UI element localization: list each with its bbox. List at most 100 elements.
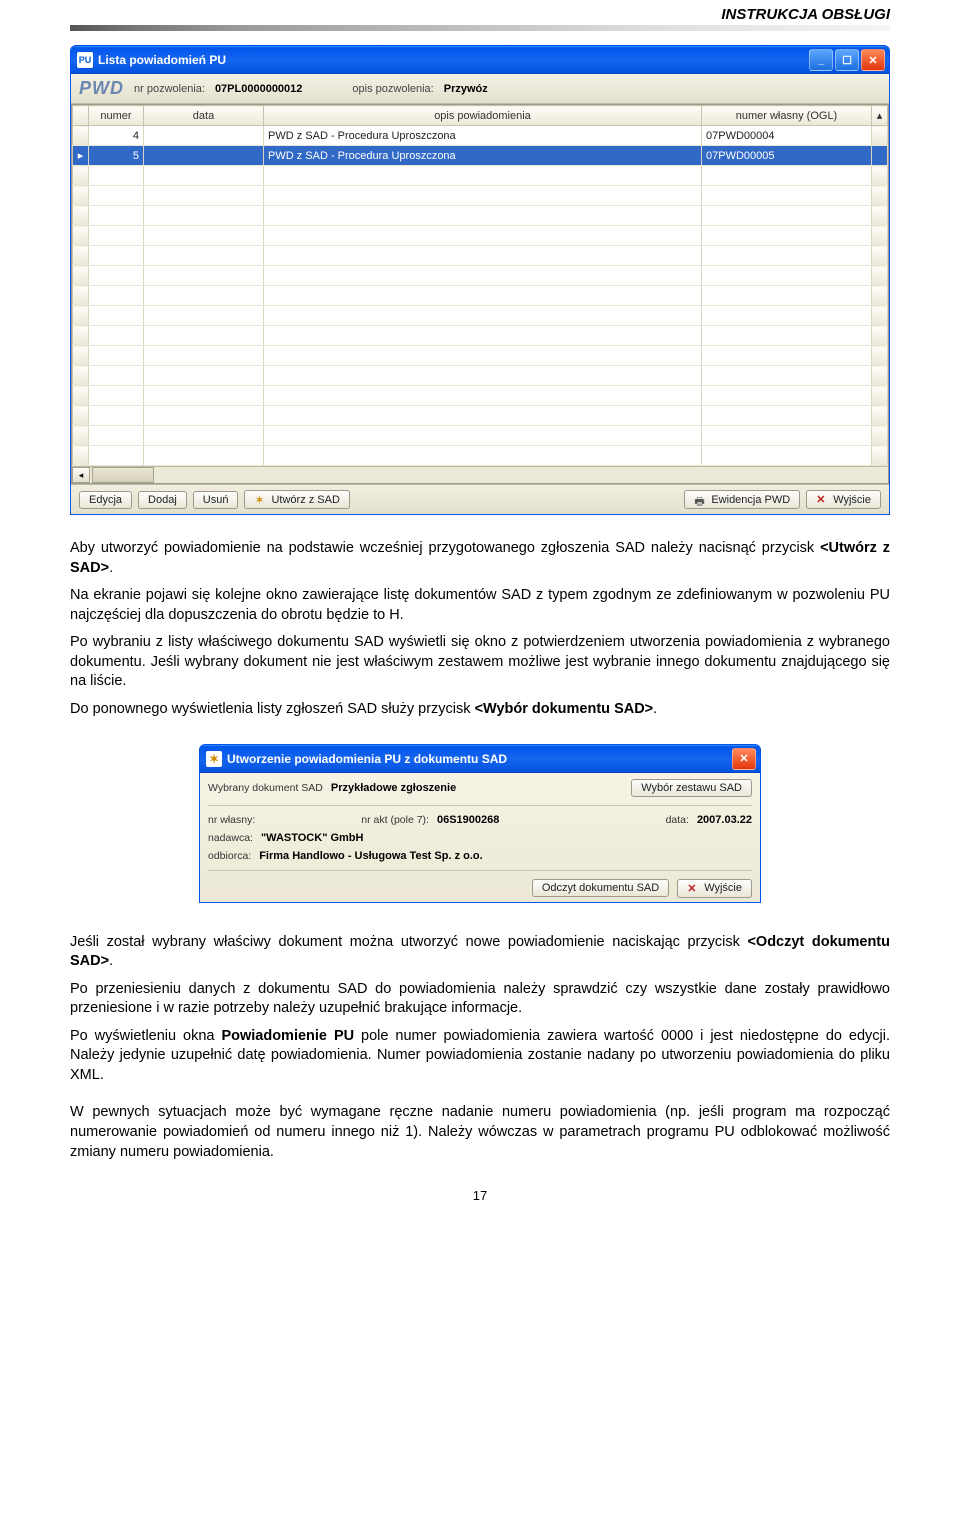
cell-data [144, 366, 264, 386]
cell-opis [264, 166, 702, 186]
cell-numer [89, 406, 144, 426]
edycja-button[interactable]: Edycja [79, 491, 132, 509]
cell-opis [264, 306, 702, 326]
nr-akt-value: 06S1900268 [437, 814, 499, 826]
separator [208, 870, 752, 871]
table-row[interactable] [73, 226, 888, 246]
table-row[interactable] [73, 186, 888, 206]
cell-numer [89, 346, 144, 366]
cell-opis [264, 286, 702, 306]
cell-wlasny [702, 326, 872, 346]
cell-numer [89, 326, 144, 346]
table-row[interactable] [73, 306, 888, 326]
table-row[interactable] [73, 206, 888, 226]
table-row[interactable] [73, 346, 888, 366]
cell-opis [264, 246, 702, 266]
scroll-gutter [872, 226, 888, 246]
cell-wlasny [702, 166, 872, 186]
row-indicator [73, 346, 89, 366]
cell-opis [264, 426, 702, 446]
minimize-button[interactable]: _ [809, 49, 833, 71]
ewidencja-pwd-button[interactable]: Ewidencja PWD [684, 490, 800, 509]
scroll-gutter [872, 286, 888, 306]
opis-label: opis pozwolenia: [352, 83, 433, 95]
info-bar: PWD nr pozwolenia: 07PL0000000012 opis p… [71, 74, 889, 104]
table-row[interactable] [73, 246, 888, 266]
body-text-block-1: Aby utworzyć powiadomienie na podstawie … [70, 539, 890, 720]
nr-wlasny-label: nr własny: [208, 814, 255, 826]
para1a: Aby utworzyć powiadomienie na podstawie … [70, 540, 820, 556]
row-indicator [73, 426, 89, 446]
body-text-block-2: Jeśli został wybrany właściwy dokument m… [70, 933, 890, 1163]
titlebar[interactable]: PU Lista powiadomień PU _ ☐ ✕ [71, 46, 889, 74]
table-row[interactable] [73, 326, 888, 346]
header-divider [70, 25, 890, 31]
row-indicator [73, 206, 89, 226]
usun-button[interactable]: Usuń [193, 491, 239, 509]
cell-wlasny [702, 346, 872, 366]
wybor-zestawu-sad-button[interactable]: Wybór zestawu SAD [631, 779, 752, 797]
table-row[interactable] [73, 406, 888, 426]
cell-numer: 5 [89, 146, 144, 166]
scroll-thumb[interactable] [92, 467, 154, 483]
table-row[interactable]: ▸5PWD z SAD - Procedura Uproszczona07PWD… [73, 146, 888, 166]
cell-numer [89, 306, 144, 326]
cell-numer [89, 286, 144, 306]
cell-numer [89, 446, 144, 466]
cell-wlasny: 07PWD00004 [702, 126, 872, 146]
cell-data [144, 306, 264, 326]
para7a: Po wyświetleniu okna [70, 1028, 221, 1044]
cell-data [144, 386, 264, 406]
cell-wlasny [702, 206, 872, 226]
col-scroll-placeholder: ▴ [872, 106, 888, 126]
titlebar[interactable]: Utworzenie powiadomienia PU z dokumentu … [200, 745, 760, 773]
cell-wlasny [702, 226, 872, 246]
page-number: 17 [70, 1188, 890, 1203]
cell-opis [264, 386, 702, 406]
wyjscie-button[interactable]: Wyjście [677, 879, 752, 898]
cell-wlasny [702, 306, 872, 326]
cell-opis [264, 226, 702, 246]
cell-data [144, 226, 264, 246]
cell-wlasny [702, 406, 872, 426]
para5a: Jeśli został wybrany właściwy dokument m… [70, 934, 747, 950]
col-numer[interactable]: numer [89, 106, 144, 126]
cell-numer [89, 366, 144, 386]
scroll-gutter [872, 326, 888, 346]
row-indicator-header [73, 106, 89, 126]
odczyt-dokumentu-sad-button[interactable]: Odczyt dokumentu SAD [532, 879, 669, 897]
wyjscie-button[interactable]: Wyjście [806, 490, 881, 509]
close-button[interactable]: ✕ [732, 748, 756, 770]
table-row[interactable] [73, 166, 888, 186]
col-opis[interactable]: opis powiadomienia [264, 106, 702, 126]
table-row[interactable] [73, 366, 888, 386]
app-icon: PU [77, 52, 93, 68]
cell-opis [264, 366, 702, 386]
table-row[interactable] [73, 286, 888, 306]
table-row[interactable] [73, 266, 888, 286]
grid[interactable]: numer data opis powiadomienia numer włas… [71, 104, 889, 484]
para8: W pewnych sytuacjach może być wymagane r… [70, 1103, 890, 1162]
scroll-gutter [872, 406, 888, 426]
utworz-z-sad-button[interactable]: Utwórz z SAD [244, 490, 349, 509]
row-indicator [73, 286, 89, 306]
col-wlasny[interactable]: numer własny (OGL) [702, 106, 872, 126]
table-row[interactable]: 4PWD z SAD - Procedura Uproszczona07PWD0… [73, 126, 888, 146]
para1c: . [109, 560, 113, 576]
close-button[interactable]: ✕ [861, 49, 885, 71]
row-indicator [73, 266, 89, 286]
button-bar: Edycja Dodaj Usuń Utwórz z SAD Ewidencja… [71, 484, 889, 514]
cell-wlasny: 07PWD00005 [702, 146, 872, 166]
scroll-left-icon[interactable]: ◂ [72, 467, 90, 483]
dodaj-button[interactable]: Dodaj [138, 491, 187, 509]
cell-data [144, 166, 264, 186]
scroll-gutter [872, 426, 888, 446]
horizontal-scrollbar[interactable]: ◂ [72, 466, 888, 483]
row-indicator [73, 246, 89, 266]
table-row[interactable] [73, 446, 888, 466]
data-label: data: [666, 814, 689, 826]
table-row[interactable] [73, 426, 888, 446]
maximize-button[interactable]: ☐ [835, 49, 859, 71]
table-row[interactable] [73, 386, 888, 406]
col-data[interactable]: data [144, 106, 264, 126]
